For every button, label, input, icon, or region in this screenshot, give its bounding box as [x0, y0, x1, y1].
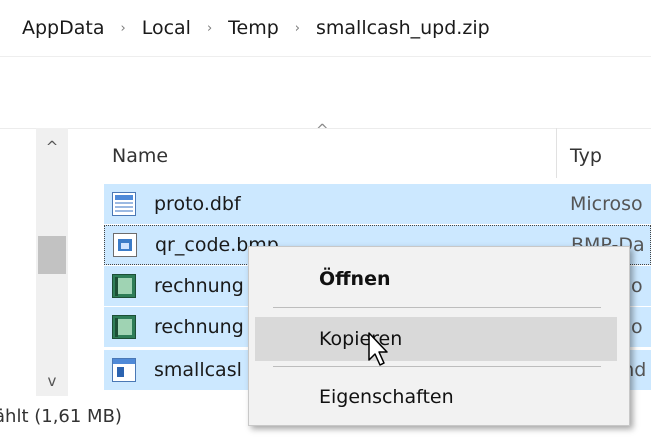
header-divider: [0, 128, 651, 129]
file-name: smallcasl: [154, 359, 242, 381]
chevron-right-icon[interactable]: ›: [283, 21, 312, 36]
column-header-name[interactable]: Name: [112, 138, 168, 174]
context-menu: Öffnen Kopieren Eigenschaften: [248, 246, 630, 426]
document-book-icon: [112, 315, 136, 339]
bitmap-image-icon: [113, 233, 137, 257]
sort-up-icon: ^: [316, 121, 329, 139]
menu-item-properties[interactable]: Eigenschaften: [255, 375, 617, 419]
file-name: rechnung: [154, 316, 244, 338]
breadcrumb-item-temp[interactable]: Temp: [224, 17, 283, 39]
file-row-proto-dbf[interactable]: proto.dbf Microso: [104, 184, 651, 224]
menu-item-open[interactable]: Öffnen: [255, 257, 617, 301]
menu-item-copy[interactable]: Kopieren: [255, 317, 617, 361]
file-name: proto.dbf: [154, 193, 241, 215]
application-icon: [112, 358, 136, 382]
menu-separator: [273, 366, 601, 367]
chevron-right-icon[interactable]: ›: [195, 21, 224, 36]
scroll-down-arrow-icon[interactable]: v: [36, 372, 68, 390]
mouse-pointer-icon: [368, 332, 388, 366]
scroll-up-arrow-icon[interactable]: ^: [36, 138, 68, 156]
file-name: rechnung: [154, 275, 244, 297]
breadcrumb: AppData › Local › Temp › smallcash_upd.z…: [0, 0, 651, 57]
document-book-icon: [112, 274, 136, 298]
chevron-right-icon[interactable]: ›: [109, 21, 138, 36]
breadcrumb-item-zip[interactable]: smallcash_upd.zip: [312, 17, 494, 39]
column-divider[interactable]: [556, 128, 557, 178]
breadcrumb-item-appdata[interactable]: AppData: [0, 17, 109, 39]
breadcrumb-item-local[interactable]: Local: [138, 17, 195, 39]
menu-separator: [273, 307, 601, 308]
file-type: Microso: [570, 193, 643, 215]
vertical-scrollbar[interactable]: ^ v: [36, 128, 68, 396]
database-file-icon: [112, 192, 136, 216]
scrollbar-thumb[interactable]: [38, 236, 66, 274]
selection-size-text: ählt (1,61 MB): [0, 406, 122, 427]
column-header-type[interactable]: Typ: [570, 138, 602, 174]
